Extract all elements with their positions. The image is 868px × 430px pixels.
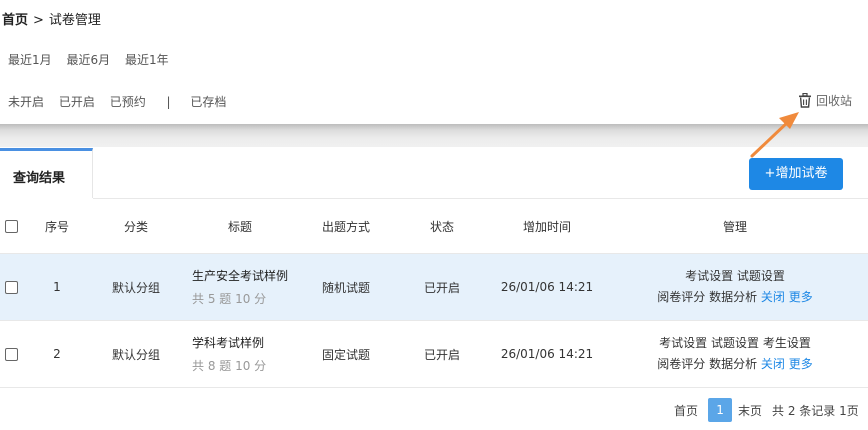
annotation-arrow-icon [750, 112, 799, 158]
